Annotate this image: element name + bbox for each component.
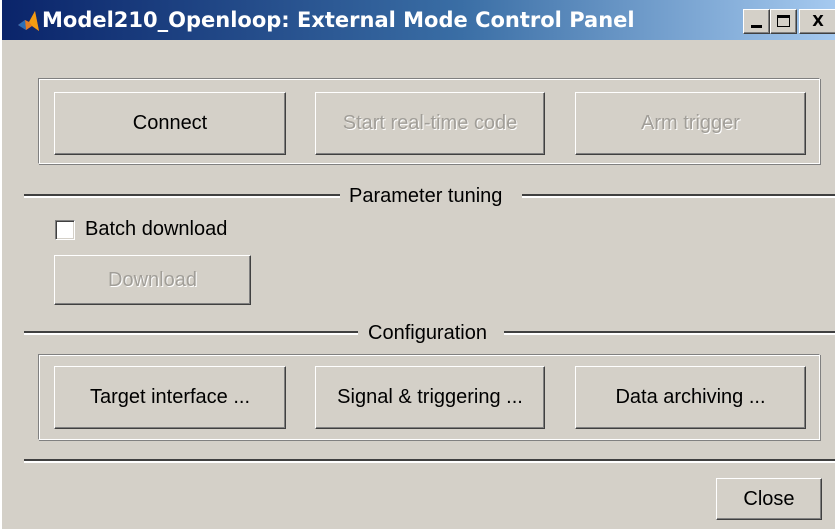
configuration-divider-right xyxy=(504,331,835,335)
maximize-icon xyxy=(777,15,790,27)
parameter-tuning-divider-left xyxy=(24,194,340,198)
window-close-button[interactable]: X xyxy=(799,9,835,34)
close-button[interactable]: Close xyxy=(716,478,822,520)
configuration-heading: Configuration xyxy=(368,322,487,344)
maximize-button[interactable] xyxy=(770,9,797,34)
matlab-icon xyxy=(18,11,39,31)
footer-divider xyxy=(24,459,835,463)
target-interface-button[interactable]: Target interface ... xyxy=(54,366,286,429)
close-icon: X xyxy=(812,12,824,30)
arm-trigger-button[interactable]: Arm trigger xyxy=(575,92,806,155)
parameter-tuning-heading: Parameter tuning xyxy=(349,185,503,207)
minimize-icon xyxy=(751,25,762,28)
start-realtime-code-button[interactable]: Start real-time code xyxy=(315,92,545,155)
batch-download-checkbox[interactable] xyxy=(55,220,75,240)
batch-download-label[interactable]: Batch download xyxy=(85,216,227,242)
window-title: Model210_Openloop: External Mode Control… xyxy=(42,8,635,32)
signal-triggering-button[interactable]: Signal & triggering ... xyxy=(315,366,545,429)
minimize-button[interactable] xyxy=(743,9,770,34)
parameter-tuning-divider-right xyxy=(522,194,835,198)
title-bar[interactable]: Model210_Openloop: External Mode Control… xyxy=(2,0,835,40)
download-button[interactable]: Download xyxy=(54,255,251,305)
external-mode-control-panel-window: Model210_Openloop: External Mode Control… xyxy=(0,0,835,529)
configuration-divider-left xyxy=(24,331,358,335)
connect-button[interactable]: Connect xyxy=(54,92,286,155)
data-archiving-button[interactable]: Data archiving ... xyxy=(575,366,806,429)
